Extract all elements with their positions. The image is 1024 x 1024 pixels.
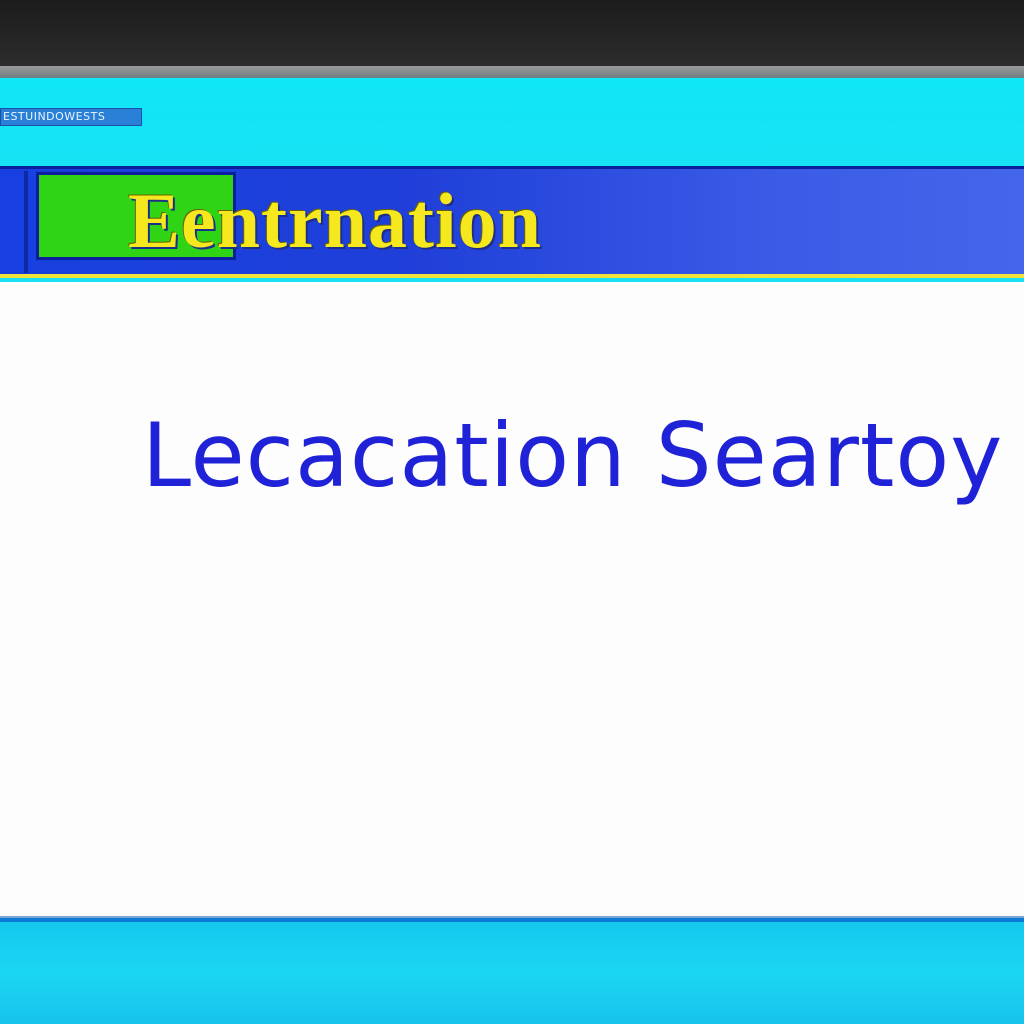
window-caption: ESTUINDOWESTS: [0, 108, 142, 126]
content-panel: Lecacation Seartoy: [0, 282, 1024, 918]
monitor-bezel: [0, 0, 1024, 66]
window-footer: [0, 918, 1024, 1024]
content-heading: Lecacation Seartoy: [142, 404, 1004, 507]
banner-title: Eentrnation: [128, 177, 543, 264]
app-window: ESTUINDOWESTS Eentrnation Lecacation Sea…: [0, 78, 1024, 1024]
window-top-edge: [0, 66, 1024, 78]
monitor-screen: ESTUINDOWESTS Eentrnation Lecacation Sea…: [0, 0, 1024, 1024]
